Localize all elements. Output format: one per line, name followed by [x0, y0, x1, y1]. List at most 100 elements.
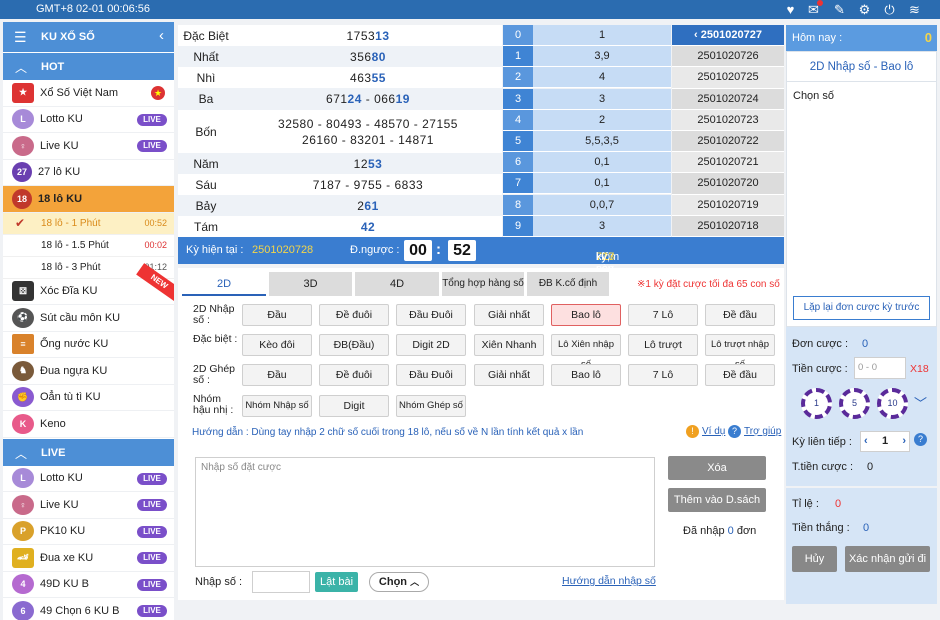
ghep-btn-de-duoi[interactable]: Đề đuôi: [319, 364, 389, 386]
period-item[interactable]: 2501020722: [672, 130, 784, 153]
bet-btn-dau-duoi[interactable]: Đầu Đuôi: [396, 304, 466, 326]
ghep-btn-dau[interactable]: Đầu: [242, 364, 312, 386]
sub-item-18lo-1p[interactable]: ✔ 18 lô - 1 Phút 00:52: [3, 212, 174, 235]
tools-icon[interactable]: ✎: [832, 2, 847, 17]
flip-button[interactable]: Lật bài: [315, 572, 358, 592]
current-period-value: 2501020728: [252, 244, 314, 256]
live-badge: LIVE: [137, 578, 167, 591]
chevron-down-icon[interactable]: ﹀: [914, 393, 927, 412]
power-icon[interactable]: ⏻: [882, 2, 897, 17]
sidebar-title: KU XỔ SỐ: [41, 31, 95, 43]
nhom-btn-digit[interactable]: Digit: [319, 395, 389, 417]
ghep-btn-bao-lo[interactable]: Bao lô: [551, 364, 621, 386]
live-item-live-ku[interactable]: ♀ Live KU LIVE: [3, 492, 174, 519]
bet-number-textarea[interactable]: Nhập số đặt cược: [195, 457, 655, 567]
bet-btn-giai-nhat[interactable]: Giải nhất: [474, 304, 544, 326]
live-item-49d[interactable]: 4 49D KU B LIVE: [3, 572, 174, 598]
period-item[interactable]: 2501020725: [672, 67, 784, 89]
result-row-bay: Bảy 261: [178, 195, 502, 216]
sidebar-item-keno[interactable]: K Keno: [3, 411, 174, 438]
menu-icon[interactable]: ☰: [14, 29, 27, 46]
tab-2d[interactable]: 2D: [182, 272, 266, 296]
period-item[interactable]: 2501020723: [672, 109, 784, 131]
cancel-button[interactable]: Hủy: [792, 546, 837, 572]
help-icon[interactable]: ?: [914, 433, 927, 446]
sidebar-item-oan-tu-ti[interactable]: ✊ Oẳn tù tì KU: [3, 385, 174, 411]
tab-4d[interactable]: 4D: [355, 272, 439, 296]
section-live[interactable]: ︿ LIVE: [3, 437, 174, 466]
period-item[interactable]: 2501020720: [672, 173, 784, 195]
sidebar-item-27-lo[interactable]: 27 27 lô KU: [3, 160, 174, 186]
sidebar-item-lotto-ku[interactable]: L Lotto KU LIVE: [3, 107, 174, 133]
bet-btn-lo-truot-nhap-so[interactable]: Lô trượt nhập số: [705, 334, 775, 370]
period-item[interactable]: 2501020726: [672, 46, 784, 68]
clear-button[interactable]: Xóa: [668, 456, 766, 480]
sub-item-18lo-1-5p[interactable]: 18 lô - 1.5 Phút 00:02: [3, 234, 174, 257]
bet-btn-lo-truot[interactable]: Lô trượt: [628, 334, 698, 356]
sidebar-item-dua-ngua[interactable]: ♞ Đua ngựa KU: [3, 358, 174, 385]
ghep-btn-dau-duoi[interactable]: Đầu Đuôi: [396, 364, 466, 386]
ghep-btn-de-dau[interactable]: Đề đầu: [705, 364, 775, 386]
help-link[interactable]: Trợ giúp: [744, 426, 781, 437]
bet-btn-db-dau[interactable]: ĐB(Đầu): [319, 334, 389, 356]
period-item[interactable]: 2501020724: [672, 88, 784, 110]
chip-5[interactable]: 5: [839, 388, 870, 419]
gift-icon[interactable]: ♥: [783, 2, 798, 17]
number-input[interactable]: [252, 571, 310, 593]
gear-icon[interactable]: ⚙: [857, 2, 872, 17]
ghep-btn-giai-nhat[interactable]: Giải nhất: [474, 364, 544, 386]
tab-3d[interactable]: 3D: [269, 272, 352, 296]
sidebar-item-live-ku[interactable]: ♀ Live KU LIVE: [3, 133, 174, 160]
result-row-ba: Ba 67124 - 06619: [178, 88, 502, 110]
pipe-icon: ≡: [12, 334, 34, 355]
nhom-btn-nhap-so[interactable]: Nhóm Nhập số: [242, 395, 312, 417]
bet-btn-dau[interactable]: Đầu: [242, 304, 312, 326]
sidebar-item-xoc-dia[interactable]: ⚄ Xóc Đĩa KU NEW: [3, 262, 174, 305]
digit-row: 1 3,9: [503, 46, 671, 68]
period-item[interactable]: 2501020718: [672, 215, 784, 237]
digit-row: 5 5,5,3,5: [503, 131, 671, 152]
stake-input[interactable]: 0 - 0: [854, 357, 906, 379]
win-value: 0: [863, 522, 870, 534]
nhom-btn-ghep-so[interactable]: Nhóm Ghép số: [396, 395, 466, 417]
repeat-last-button[interactable]: Lặp lại đơn cược kỳ trước: [793, 296, 930, 320]
tab-db-co-dinh[interactable]: ĐB K.cố định: [527, 272, 609, 296]
sidebar-item-ong-nuoc[interactable]: ≡ Ống nước KU: [3, 332, 174, 358]
choose-dropdown[interactable]: Chọn ︿: [369, 572, 429, 592]
live-badge: LIVE: [137, 140, 167, 152]
bet-btn-bao-lo[interactable]: Bao lô: [551, 304, 621, 326]
bet-btn-lo-xien-nhap-so[interactable]: Lô Xiên nhập số: [551, 334, 621, 370]
chip-10[interactable]: 10: [877, 388, 908, 419]
bet-btn-xien-nhanh[interactable]: Xiên Nhanh: [474, 334, 544, 356]
bet-btn-7-lo[interactable]: 7 Lô: [628, 304, 698, 326]
sidebar-item-xoso-vietnam[interactable]: ★ Xổ Số Việt Nam ★: [3, 80, 174, 107]
live-item-lotto[interactable]: L Lotto KU LIVE: [3, 466, 174, 492]
bet-btn-de-dau[interactable]: Đề đầu: [705, 304, 775, 326]
consecutive-stepper[interactable]: ‹ 1 ›: [860, 431, 910, 452]
live-item-49-chon-6[interactable]: 6 49 Chọn 6 KU B LIVE: [3, 598, 174, 620]
bet-mode-title: 2D Nhập số - Bao lô: [787, 52, 936, 82]
tab-tong-hop[interactable]: Tổng hợp hàng số: [442, 272, 524, 296]
section-hot[interactable]: ︿ HOT: [3, 52, 174, 80]
sidebar-item-18-lo[interactable]: 18 18 lô KU: [3, 186, 174, 213]
period-selector[interactable]: ‹ 2501020727: [672, 25, 784, 47]
confirm-submit-button[interactable]: Xác nhận gửi đi: [845, 546, 930, 572]
example-link[interactable]: Ví dụ: [702, 426, 725, 437]
ghep-btn-7-lo[interactable]: 7 Lô: [628, 364, 698, 386]
live-badge: LIVE: [137, 605, 167, 617]
result-row-nhi: Nhì 46355: [196, 70, 386, 85]
live-item-dua-xe[interactable]: 🏎 Đua xe KU LIVE: [3, 545, 174, 572]
picked-numbers-label: Chọn số: [793, 90, 834, 102]
bet-btn-digit-2d[interactable]: Digit 2D: [396, 334, 466, 356]
period-item[interactable]: 2501020719: [672, 194, 784, 216]
guide-input-link[interactable]: Hướng dẫn nhập số: [562, 575, 656, 587]
sidebar-item-sut-cau-mon[interactable]: ⚽ Sút cầu môn KU: [3, 305, 174, 332]
chip-1[interactable]: 1: [801, 388, 832, 419]
live-item-pk10[interactable]: P PK10 KU LIVE: [3, 519, 174, 545]
bet-btn-de-duoi[interactable]: Đề đuôi: [319, 304, 389, 326]
period-item[interactable]: 2501020721: [672, 152, 784, 174]
chevron-right-icon: ›: [902, 435, 906, 447]
bet-btn-keo-doi[interactable]: Kèo đôi: [242, 334, 312, 356]
add-to-list-button[interactable]: Thêm vào D.sách: [668, 488, 766, 512]
collapse-icon[interactable]: ‹: [159, 27, 164, 44]
